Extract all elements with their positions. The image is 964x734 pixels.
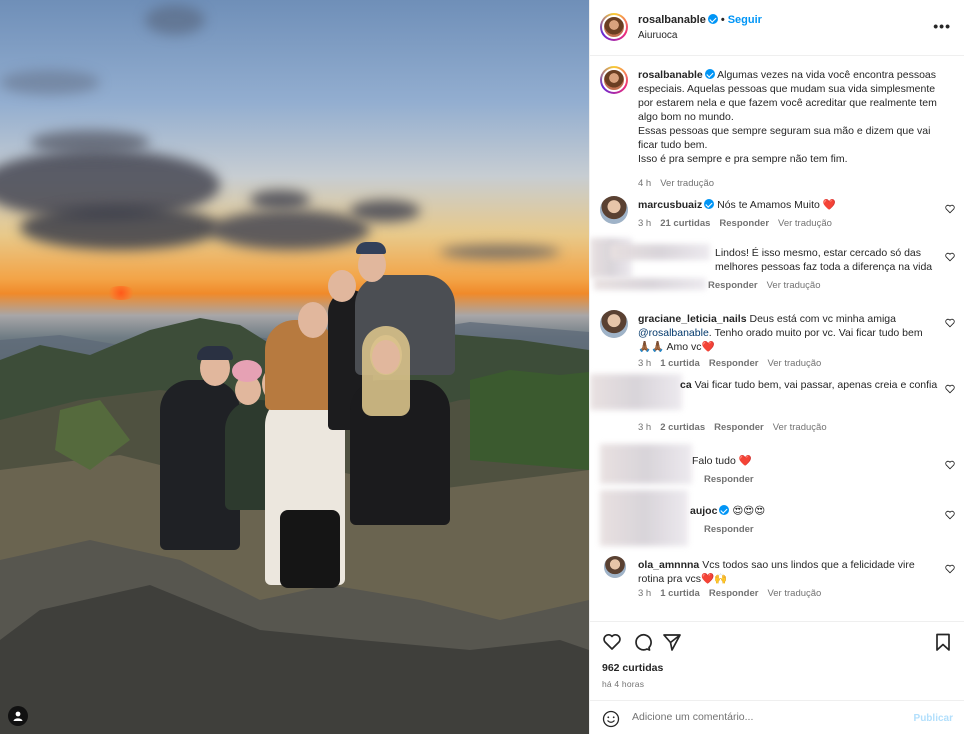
caption-avatar[interactable] (600, 66, 628, 94)
reply-button[interactable]: Responder (719, 218, 769, 229)
comment-time[interactable]: 3 h (638, 422, 651, 433)
commenter-avatar[interactable] (600, 310, 628, 338)
comment-text: ola_amnnna Vcs todos sao uns lindos que … (638, 558, 938, 586)
instagram-post: rosalbanable • Seguir Aiuruoca ••• rosalba… (0, 0, 964, 734)
comment-likes[interactable]: 1 curtida (660, 588, 700, 599)
caption-meta: 4 h Ver tradução (638, 178, 723, 189)
reply-button[interactable]: Responder (714, 422, 764, 433)
commenter-username[interactable]: marcusbuaiz (638, 199, 702, 211)
bookmark-icon[interactable] (933, 632, 953, 652)
author-line: rosalbanable • Seguir (638, 14, 762, 26)
comment-like-heart-icon[interactable] (945, 318, 955, 328)
reply-button[interactable]: Responder (704, 524, 754, 535)
comment-text: graciane_leticia_nails Deus está com vc … (638, 312, 938, 354)
comment-body: Lindos! É isso mesmo, estar cercado só d… (715, 247, 933, 273)
comment-like-heart-icon[interactable] (945, 564, 955, 574)
comment-body: Falo tudo ❤️ (692, 455, 752, 467)
comment-likes[interactable]: 1 curtida (660, 358, 700, 369)
translate-link[interactable]: Ver tradução (778, 218, 832, 229)
comment-meta: 3 h 1 curtida Responder Ver tradução (638, 588, 830, 599)
comment-like-heart-icon[interactable] (945, 510, 955, 520)
caption-line-2: Essas pessoas que sempre seguram sua mão… (638, 125, 931, 151)
publish-button[interactable]: Publicar (914, 713, 953, 724)
comment-meta: Responder Ver tradução (708, 280, 830, 291)
verified-icon (707, 14, 718, 24)
comment-meta: 3 h 2 curtidas Responder Ver tradução (638, 422, 836, 433)
comment-icon[interactable] (632, 632, 652, 652)
add-comment-row: Publicar (590, 700, 964, 734)
comment-likes[interactable]: 21 curtidas (660, 218, 710, 229)
likes-count[interactable]: 962 curtidas (602, 662, 663, 674)
share-icon[interactable] (662, 632, 682, 652)
comment-time[interactable]: 3 h (638, 218, 651, 229)
comment-text: Falo tudo ❤️ (692, 454, 932, 468)
mention-link[interactable]: @rosalbanable (638, 327, 709, 339)
comment-body: Deus está com vc minha amiga (749, 313, 896, 325)
location-link[interactable]: Aiuruoca (638, 30, 677, 41)
smile-icon[interactable] (602, 710, 620, 728)
post-footer: 962 curtidas há 4 horas Publicar (590, 621, 964, 734)
caption-username[interactable]: rosalbanable (638, 69, 703, 81)
verified-icon (704, 199, 715, 209)
translate-link[interactable]: Ver tradução (767, 280, 821, 291)
comment-text: marcusbuaiz Nós te Amamos Muito ❤️ (638, 198, 938, 212)
comment-body: 😍😍😍 (732, 505, 766, 517)
caption-translate-link[interactable]: Ver tradução (660, 178, 714, 189)
comment-text: ca Vai ficar tudo bem, vai passar, apena… (680, 378, 940, 392)
commenter-avatar[interactable] (600, 196, 628, 224)
comment-meta: Responder (704, 474, 763, 485)
commenter-username[interactable]: ca (680, 379, 692, 391)
comment-text: Lindos! É isso mesmo, estar cercado só d… (715, 246, 935, 274)
comment-text: aujoc 😍😍😍 (690, 504, 930, 518)
translate-link[interactable]: Ver tradução (773, 422, 827, 433)
author-username[interactable]: rosalbanable (638, 14, 706, 26)
heart-icon[interactable] (602, 632, 622, 652)
comment-time[interactable]: 3 h (638, 588, 651, 599)
comment-body: Nós te Amamos Muito ❤️ (717, 199, 836, 211)
caption-text: rosalbanable Algumas vezes na vida você … (638, 68, 938, 166)
comment-like-heart-icon[interactable] (945, 460, 955, 470)
verified-icon (704, 69, 715, 79)
comment-likes[interactable]: 2 curtidas (660, 422, 705, 433)
add-comment-input[interactable] (632, 711, 892, 723)
post-header: rosalbanable • Seguir Aiuruoca ••• (590, 0, 964, 56)
commenter-username[interactable]: graciane_leticia_nails (638, 313, 747, 325)
tagged-users-icon[interactable] (8, 706, 28, 726)
comment-like-heart-icon[interactable] (945, 204, 955, 214)
author-avatar[interactable] (600, 13, 628, 41)
follow-button[interactable]: Seguir (728, 14, 762, 26)
action-bar (602, 632, 682, 652)
post-sidebar: rosalbanable • Seguir Aiuruoca ••• rosalba… (589, 0, 964, 734)
reply-button[interactable]: Responder (708, 280, 758, 291)
comment-body: Vai ficar tudo bem, vai passar, apenas c… (694, 379, 938, 391)
commenter-avatar[interactable] (604, 556, 626, 578)
caption-time[interactable]: 4 h (638, 178, 651, 189)
reply-button[interactable]: Responder (709, 588, 759, 599)
comment-meta: Responder (704, 524, 763, 535)
comment-meta: 3 h 21 curtidas Responder Ver tradução (638, 218, 841, 229)
commenter-username[interactable]: ola_amnnna (638, 559, 699, 571)
reply-button[interactable]: Responder (704, 474, 754, 485)
reply-button[interactable]: Responder (709, 358, 759, 369)
comment-like-heart-icon[interactable] (945, 384, 955, 394)
person-3 (265, 320, 335, 410)
comment-meta: 3 h 1 curtida Responder Ver tradução (638, 358, 830, 369)
comment-like-heart-icon[interactable] (945, 252, 955, 262)
post-time: há 4 horas (602, 679, 645, 689)
translate-link[interactable]: Ver tradução (767, 588, 821, 599)
comments-section[interactable]: rosalbanable Algumas vezes na vida você … (590, 56, 964, 621)
translate-link[interactable]: Ver tradução (767, 358, 821, 369)
commenter-username[interactable]: aujoc (690, 505, 717, 517)
more-options-icon[interactable]: ••• (933, 18, 951, 34)
verified-icon (719, 505, 730, 515)
comment-time[interactable]: 3 h (638, 358, 651, 369)
post-photo[interactable] (0, 0, 589, 734)
caption-line-3: Isso é pra sempre e pra sempre não tem f… (638, 153, 848, 165)
